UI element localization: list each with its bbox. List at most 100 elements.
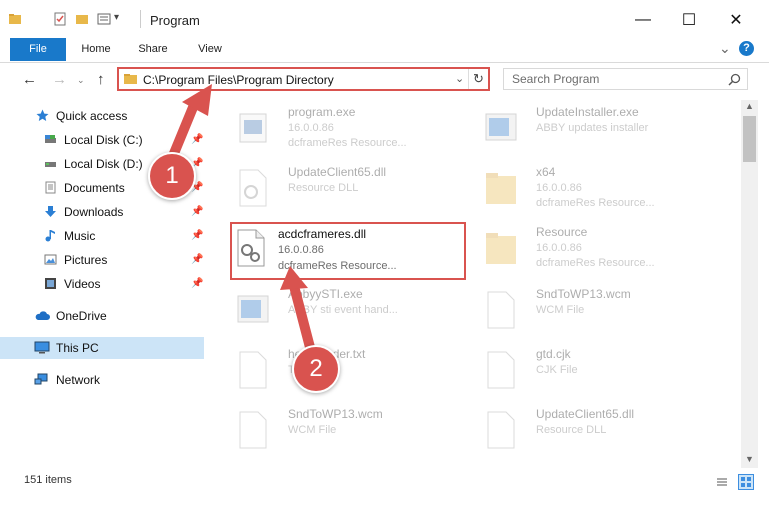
file-detail: dcframeRes Resource...	[536, 197, 655, 209]
address-divider	[468, 69, 469, 89]
scrollbar-thumb[interactable]	[743, 116, 756, 162]
generic-file-icon	[487, 351, 515, 389]
sidebar-item-this-pc[interactable]: This PC	[0, 337, 204, 359]
up-button[interactable]: ↑	[97, 71, 105, 88]
file-item-program-exe[interactable]: program.exe 16.0.0.86 dcframeRes Resourc…	[230, 102, 470, 158]
file-detail: 16.0.0.86	[278, 244, 324, 256]
maximize-button[interactable]: ☐	[666, 0, 712, 40]
pin-icon[interactable]: 📌	[191, 278, 203, 289]
star-icon	[36, 109, 49, 121]
file-item-acdcframeres-dll[interactable]: acdcframeres.dll 16.0.0.86 dcframeRes Re…	[230, 222, 466, 280]
file-detail: WCM File	[536, 304, 585, 316]
file-detail: dcframeRes Resource...	[536, 257, 655, 269]
sidebar-item-label: OneDrive	[56, 309, 107, 323]
file-item-x64[interactable]: x64 16.0.0.86 dcframeRes Resource...	[478, 162, 718, 218]
generic-file-icon	[239, 411, 267, 449]
pin-icon[interactable]: 📌	[191, 206, 203, 217]
window-title: Program	[150, 13, 200, 28]
sidebar-item-onedrive[interactable]: OneDrive	[0, 305, 206, 327]
dll-file-icon	[237, 229, 265, 267]
vertical-scrollbar[interactable]: ▲ ▼	[741, 100, 758, 468]
file-item-updateinstaller-exe[interactable]: UpdateInstaller.exe ABBY updates install…	[478, 102, 718, 158]
minimize-button[interactable]: —	[620, 0, 666, 40]
file-detail: WCM File	[288, 424, 337, 436]
search-input[interactable]: Search Program	[503, 68, 748, 90]
pin-icon[interactable]: 📌	[191, 254, 203, 265]
file-item-sndtowp13-wcm-2[interactable]: SndToWP13.wcm WCM File	[230, 404, 470, 460]
large-icons-view-icon[interactable]	[738, 474, 754, 490]
refresh-icon[interactable]: ↻	[473, 71, 484, 87]
file-name: UpdateInstaller.exe	[536, 105, 639, 119]
file-item-abbyysti-exe[interactable]: AbbyySTI.exe ABBY sti event hand...	[230, 284, 470, 340]
file-detail: dcframeRes Resource...	[278, 260, 397, 272]
pin-icon[interactable]: 📌	[191, 230, 203, 241]
text-file-icon	[239, 351, 267, 389]
sidebar-item-label: Local Disk (C:)	[64, 133, 143, 147]
folder-icon	[124, 74, 137, 84]
search-icon[interactable]	[728, 73, 741, 86]
recent-locations-icon[interactable]: ⌄	[77, 75, 85, 86]
expand-ribbon-icon[interactable]: ⌄	[719, 40, 731, 57]
documents-icon	[45, 181, 56, 194]
address-dropdown-icon[interactable]: ⌄	[455, 72, 464, 85]
file-name: SndToWP13.wcm	[536, 287, 631, 301]
new-folder-icon[interactable]	[75, 12, 89, 26]
tab-file[interactable]: File	[10, 38, 66, 61]
tab-view[interactable]: View	[188, 38, 232, 61]
dll-file-icon	[239, 169, 267, 207]
sidebar-item-network[interactable]: Network	[0, 369, 206, 391]
file-detail: dcframeRes Resource...	[288, 137, 407, 149]
forward-button[interactable]: →	[52, 71, 67, 88]
file-name: program.exe	[288, 105, 356, 119]
sidebar-item-quick-access[interactable]: Quick access	[0, 105, 206, 127]
title-bar: ▾ Program — ☐ ✕	[0, 0, 769, 40]
file-name: Resource	[536, 225, 588, 239]
scroll-up-icon[interactable]: ▲	[745, 101, 754, 111]
customize-quick-access-icon[interactable]: ▾	[114, 12, 119, 23]
file-item-updateclient65-dll[interactable]: UpdateClient65.dll Resource DLL	[230, 162, 470, 218]
sidebar-item-videos[interactable]: Videos 📌	[0, 273, 206, 295]
file-detail: 16.0.0.86	[288, 122, 334, 134]
file-item-updateclient65-dll-2[interactable]: UpdateClient65.dll Resource DLL	[478, 404, 718, 460]
scroll-down-icon[interactable]: ▼	[745, 454, 754, 464]
tab-home[interactable]: Home	[74, 38, 118, 61]
folder-icon	[486, 233, 516, 264]
file-item-helpreader-txt[interactable]: helpReader.txt TXT	[230, 344, 470, 400]
view-options-icon[interactable]	[97, 12, 111, 26]
sidebar-item-pictures[interactable]: Pictures 📌	[0, 249, 206, 271]
file-detail: 16.0.0.86	[536, 242, 582, 254]
file-name: SndToWP13.wcm	[288, 407, 383, 421]
properties-icon[interactable]	[53, 12, 67, 26]
sidebar-item-music[interactable]: Music 📌	[0, 225, 206, 247]
tab-share[interactable]: Share	[130, 38, 176, 61]
sidebar-item-label: Music	[64, 229, 96, 243]
back-button[interactable]: ←	[22, 71, 37, 88]
videos-icon	[45, 278, 56, 289]
callout-badge-1: 1	[148, 152, 196, 200]
address-bar[interactable]: C:\Program Files\Program Directory ⌄ ↻	[117, 67, 490, 91]
file-item-sndtowp13-wcm[interactable]: SndToWP13.wcm WCM File	[478, 284, 718, 340]
file-detail: Resource DLL	[536, 424, 607, 436]
network-icon	[34, 373, 48, 385]
sidebar-item-downloads[interactable]: Downloads 📌	[0, 201, 206, 223]
exe-file-icon	[485, 113, 517, 141]
sidebar-item-label: Local Disk (D:)	[64, 157, 143, 171]
sidebar-item-label: Downloads	[64, 205, 124, 219]
help-icon[interactable]: ?	[739, 41, 754, 56]
file-list: program.exe 16.0.0.86 dcframeRes Resourc…	[210, 100, 741, 468]
file-item-gtd-cjk[interactable]: gtd.cjk CJK File	[478, 344, 718, 400]
file-item-resource[interactable]: Resource 16.0.0.86 dcframeRes Resource..…	[478, 222, 718, 278]
sidebar-item-local-disk-c[interactable]: Local Disk (C:) 📌	[0, 129, 206, 151]
details-view-icon[interactable]	[716, 476, 728, 488]
title-divider	[140, 10, 141, 28]
pictures-icon	[44, 254, 57, 265]
pin-icon[interactable]: 📌	[191, 134, 203, 145]
file-detail: CJK File	[536, 364, 578, 376]
generic-file-icon	[487, 291, 515, 329]
file-name: gtd.cjk	[536, 347, 571, 361]
item-count: 151 items	[24, 474, 72, 486]
close-button[interactable]: ✕	[713, 0, 759, 40]
drive-icon	[45, 162, 56, 167]
file-name: UpdateClient65.dll	[288, 165, 387, 179]
cloud-icon	[35, 311, 50, 320]
